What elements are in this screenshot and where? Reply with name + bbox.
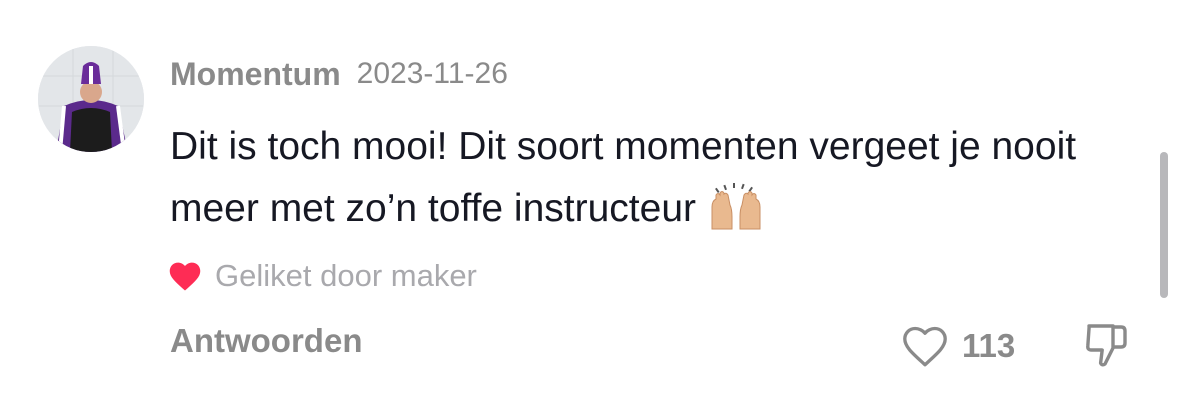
avatar-image: [38, 46, 144, 152]
comment-text: Dit is toch mooi! Dit soort momenten ver…: [170, 116, 1150, 250]
like-button[interactable]: 113: [900, 320, 1015, 372]
like-count: 113: [962, 327, 1016, 364]
comment-body: Dit is toch mooi! Dit soort momenten ver…: [170, 125, 1077, 230]
liked-by-creator-label: Geliket door maker: [215, 258, 477, 293]
comment-date: 2023-11-26: [356, 57, 508, 90]
heart-filled-icon: [169, 262, 201, 291]
scrollbar[interactable]: [1160, 152, 1168, 298]
reply-button[interactable]: Antwoorden: [170, 322, 362, 360]
raising-hands-icon: [706, 183, 766, 250]
comment-meta: Momentum 2023-11-26: [170, 52, 508, 96]
dislike-button[interactable]: [1080, 318, 1134, 372]
comment-item: Momentum 2023-11-26 Dit is toch mooi! Di…: [0, 0, 1179, 408]
username[interactable]: Momentum: [170, 56, 341, 93]
liked-by-creator: Geliket door maker: [167, 254, 477, 298]
thumbs-down-icon: [1086, 324, 1127, 367]
avatar[interactable]: [38, 46, 144, 152]
heart-outline-icon: [903, 326, 947, 367]
